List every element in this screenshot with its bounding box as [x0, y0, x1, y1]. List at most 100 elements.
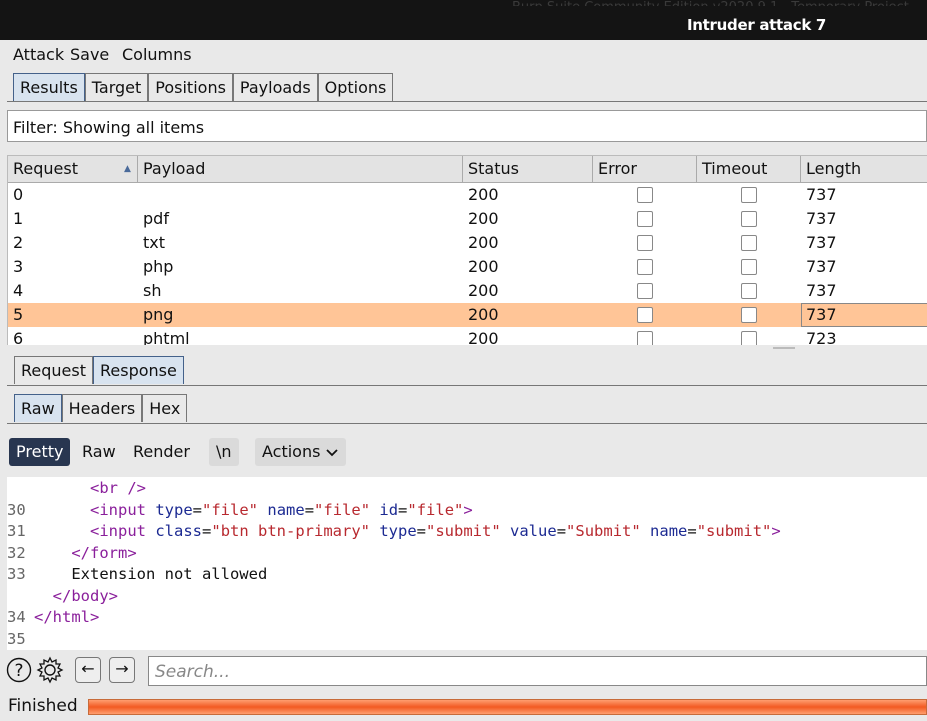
- menu-attack[interactable]: Attack: [13, 45, 64, 64]
- code-token-val: "btn btn-primary": [211, 522, 370, 540]
- code-line: Extension not allowed: [34, 565, 267, 583]
- code-token-plain: =: [687, 522, 697, 540]
- tab-divider: [7, 101, 927, 102]
- split-pane-handle[interactable]: [773, 347, 795, 349]
- status-text: Finished: [8, 696, 78, 716]
- pretty-button[interactable]: Pretty: [9, 438, 71, 466]
- cell-length: 737: [806, 209, 837, 228]
- progress-bar: [88, 699, 927, 715]
- error-checkbox[interactable]: [637, 211, 653, 227]
- timeout-checkbox[interactable]: [741, 235, 757, 251]
- cell-payload: pdf: [143, 209, 169, 228]
- search-bar: ? ← →: [0, 651, 927, 691]
- column-header-timeout[interactable]: Timeout: [697, 156, 801, 183]
- newline-toggle-button[interactable]: \n: [209, 438, 239, 466]
- cell-status: 200: [468, 329, 499, 345]
- status-bar: Finished: [0, 693, 927, 721]
- cell-request: 5: [13, 305, 24, 324]
- search-input[interactable]: [153, 661, 917, 683]
- response-editor[interactable]: <br /> 30 <input type="file" name="file" …: [7, 477, 927, 650]
- error-checkbox[interactable]: [637, 235, 653, 251]
- column-header-error[interactable]: Error: [593, 156, 697, 183]
- timeout-checkbox[interactable]: [741, 211, 757, 227]
- code-token-plain: =: [416, 522, 427, 540]
- filter-bar[interactable]: Filter: Showing all items: [7, 110, 927, 142]
- code-token-plain: =: [556, 522, 567, 540]
- table-row[interactable]: 3 php 200 737: [8, 255, 927, 279]
- code-token-attr: type: [379, 522, 417, 540]
- actions-button[interactable]: Actions: [255, 438, 347, 466]
- background-window-title: Burp Suite Community Edition v2020.9.1 -…: [512, 0, 909, 6]
- error-checkbox[interactable]: [637, 283, 653, 299]
- error-checkbox[interactable]: [637, 307, 653, 323]
- code-token-plain: =: [192, 500, 203, 519]
- timeout-checkbox[interactable]: [741, 331, 757, 345]
- raw-button[interactable]: Raw: [75, 438, 123, 466]
- line-number: 34: [7, 608, 26, 626]
- code-token-val: "submit": [696, 522, 772, 540]
- cell-length: 737: [806, 233, 837, 252]
- line-number: 30: [7, 500, 26, 519]
- cell-status: 200: [468, 305, 499, 324]
- column-header-request[interactable]: Request ▲: [8, 156, 138, 183]
- table-row[interactable]: 2 txt 200 737: [8, 231, 927, 255]
- column-header-payload[interactable]: Payload: [138, 156, 463, 183]
- table-row[interactable]: 5 png 200 737: [8, 303, 927, 327]
- tab-hex[interactable]: Hex: [142, 394, 188, 422]
- tab-payloads[interactable]: Payloads: [232, 73, 318, 101]
- table-row[interactable]: 4 sh 200 737: [8, 279, 927, 303]
- code-token-attr: class: [155, 522, 203, 540]
- code-line: <input class="btn btn-primary" type="sub…: [34, 522, 781, 540]
- tab-results[interactable]: Results: [13, 73, 85, 101]
- table-row[interactable]: 0 200 737: [8, 183, 927, 207]
- tab-raw[interactable]: Raw: [14, 394, 62, 422]
- table-row[interactable]: 1 pdf 200 737: [8, 207, 927, 231]
- code-token-attr: name: [267, 500, 305, 519]
- code-line: <input type="file" name="file" id="file"…: [34, 501, 473, 519]
- progress-fill: [89, 700, 926, 714]
- search-field[interactable]: [148, 656, 927, 686]
- tab-response[interactable]: Response: [93, 356, 184, 384]
- code-token-plain: =: [398, 500, 408, 519]
- tab-target[interactable]: Target: [84, 73, 149, 101]
- cell-status: 200: [468, 233, 499, 252]
- arrow-left-icon: ←: [81, 659, 95, 678]
- error-checkbox[interactable]: [637, 259, 653, 275]
- window-title: Intruder attack 7: [687, 16, 827, 34]
- tab-positions[interactable]: Positions: [148, 73, 233, 101]
- tab-headers[interactable]: Headers: [61, 394, 143, 422]
- actions-label: Actions: [262, 442, 321, 461]
- tab-request[interactable]: Request: [14, 356, 93, 384]
- view-tabs: Raw Headers Hex: [14, 394, 188, 422]
- column-header-length[interactable]: Length: [801, 156, 927, 183]
- help-icon[interactable]: ?: [6, 657, 32, 683]
- timeout-checkbox[interactable]: [741, 307, 757, 323]
- gear-icon[interactable]: [36, 656, 64, 684]
- code-token-tag: </html>: [34, 608, 100, 626]
- menu-columns[interactable]: Columns: [122, 45, 192, 64]
- error-checkbox[interactable]: [637, 331, 653, 345]
- code-token-val: "file": [202, 500, 259, 519]
- code-line: <br />: [34, 479, 146, 497]
- menu-save[interactable]: Save: [70, 45, 109, 64]
- next-match-button[interactable]: →: [109, 657, 135, 683]
- table-row[interactable]: 6 phtml 200 723: [8, 327, 927, 345]
- timeout-checkbox[interactable]: [741, 283, 757, 299]
- column-header-status[interactable]: Status: [463, 156, 593, 183]
- cell-status: 200: [468, 209, 499, 228]
- tab-options[interactable]: Options: [317, 73, 394, 101]
- error-checkbox[interactable]: [637, 187, 653, 203]
- previous-match-button[interactable]: ←: [75, 657, 101, 683]
- timeout-checkbox[interactable]: [741, 259, 757, 275]
- timeout-checkbox[interactable]: [741, 187, 757, 203]
- render-button[interactable]: Render: [126, 438, 197, 466]
